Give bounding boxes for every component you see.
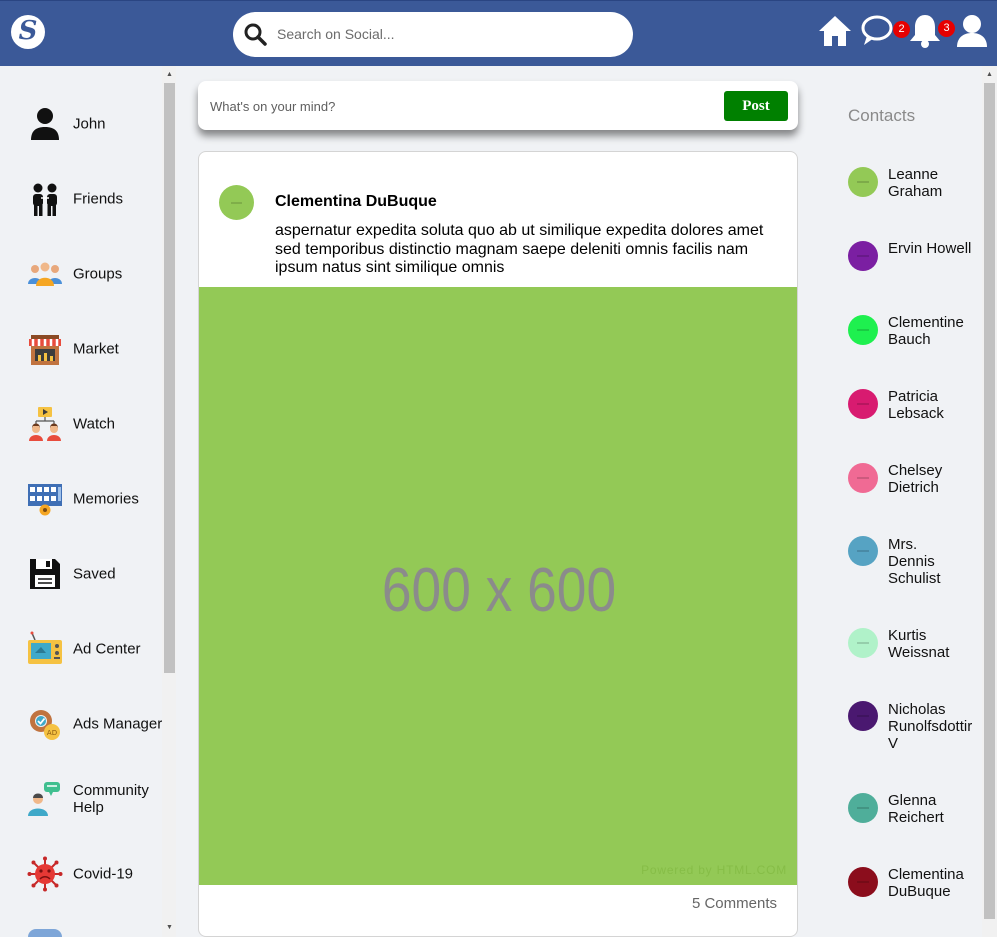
contact-item[interactable]: Patricia Lebsack — [848, 388, 983, 424]
contacts-title: Contacts — [848, 106, 916, 125]
home-icon[interactable] — [817, 13, 853, 49]
sidebar-item-label: Watch — [73, 415, 115, 433]
sidebar-item-saved[interactable]: Saved — [27, 554, 162, 594]
contact-name: Chelsey Dietrich — [888, 462, 943, 496]
post-image[interactable]: 600 x 600 Powered by HTML.COM — [199, 287, 797, 885]
sidebar-item-john[interactable]: John — [27, 104, 162, 144]
scrollbar-thumb[interactable] — [164, 83, 175, 673]
sidebar-item-label: Memories — [73, 490, 139, 508]
messages-icon[interactable] — [861, 13, 897, 49]
top-bar: S 2 3 — [0, 0, 997, 66]
search-input[interactable] — [277, 22, 617, 46]
post-author-name[interactable]: Clementina DuBuque — [275, 193, 437, 211]
post-body-text: aspernatur expedita soluta quo ab ut sim… — [275, 222, 764, 276]
contact-name: Mrs. Dennis Schulist — [888, 536, 941, 587]
groups-icon — [28, 262, 62, 286]
contact-avatar — [848, 867, 878, 897]
ad-center-icon — [28, 631, 62, 664]
contact-avatar — [848, 389, 878, 419]
ads-manager-icon: AD — [30, 710, 60, 740]
contact-avatar — [848, 536, 878, 566]
sidebar-item-community-help[interactable]: Community Help — [27, 779, 162, 819]
post-composer: Post — [198, 81, 798, 130]
community-help-icon — [28, 782, 60, 816]
sidebar-item-market[interactable]: Market — [27, 329, 162, 369]
sidebar-item-label: Ad Center — [73, 640, 141, 658]
sidebar-item-label: Ads Manager — [73, 715, 163, 733]
saved-icon — [30, 559, 60, 589]
post-comments-count[interactable]: 5 Comments — [692, 895, 777, 912]
contact-item[interactable]: Kurtis Weissnat — [848, 627, 983, 663]
sidebar-item-label: Groups — [73, 265, 123, 283]
sidebar-item-partial-icon — [28, 929, 62, 937]
contact-name: Ervin Howell — [888, 240, 972, 257]
app-logo[interactable]: S — [11, 15, 45, 49]
status-input[interactable] — [210, 95, 710, 117]
sidebar-item-ads-manager[interactable]: AD Ads Manager — [27, 704, 162, 744]
scroll-up-arrow[interactable]: ▲ — [162, 70, 176, 80]
sidebar-item-label: Market — [73, 340, 119, 358]
sidebar-item-label: Covid-19 — [73, 865, 134, 883]
contact-avatar — [848, 628, 878, 658]
contact-avatar — [848, 241, 878, 271]
contact-name: Leanne Graham — [888, 166, 943, 200]
contact-item[interactable]: Chelsey Dietrich — [848, 462, 983, 498]
market-icon — [29, 335, 61, 365]
post-author-avatar[interactable] — [219, 185, 254, 220]
contact-name: Glenna Reichert — [888, 792, 944, 826]
friends-icon — [33, 183, 57, 216]
sidebar-item-friends[interactable]: Friends — [27, 179, 162, 219]
contact-item[interactable]: Ervin Howell — [848, 240, 983, 276]
contact-avatar — [848, 315, 878, 345]
contact-item[interactable]: Glenna Reichert — [848, 792, 983, 828]
left-sidebar: John Friends Groups Market Watch Memorie… — [0, 66, 176, 937]
sidebar-item-label: Saved — [73, 565, 116, 583]
post-image-credit: Powered by HTML.COM — [641, 863, 787, 877]
scroll-down-arrow[interactable]: ▼ — [162, 923, 176, 933]
scrollbar-thumb[interactable] — [984, 83, 995, 919]
scroll-up-arrow[interactable]: ▲ — [982, 70, 997, 80]
contact-name: Clementine Bauch — [888, 314, 964, 348]
memories-icon — [28, 484, 62, 516]
search-box[interactable] — [233, 12, 633, 57]
contact-avatar — [848, 463, 878, 493]
contact-name: Nicholas Runolfsdottir V — [888, 701, 973, 752]
sidebar-item-label: John — [73, 115, 106, 133]
sidebar-item-covid[interactable]: Covid-19 — [27, 854, 162, 894]
sidebar-item-label: Community Help — [73, 782, 149, 816]
contact-item[interactable]: Clementina DuBuque — [848, 866, 983, 902]
search-icon — [244, 23, 267, 46]
contact-item[interactable]: Nicholas Runolfsdottir V — [848, 701, 983, 753]
contacts-scrollbar[interactable]: ▲ — [982, 66, 997, 937]
sidebar-scrollbar[interactable]: ▲ ▼ — [162, 66, 176, 937]
contact-item[interactable]: Clementine Bauch — [848, 314, 983, 350]
svg-text:AD: AD — [47, 729, 57, 737]
sidebar-item-label: Friends — [73, 190, 124, 208]
contact-name: Patricia Lebsack — [888, 388, 944, 422]
contact-name: Kurtis Weissnat — [888, 627, 950, 661]
sidebar-item-memories[interactable]: Memories — [27, 479, 162, 519]
contact-item[interactable]: Leanne Graham — [848, 166, 983, 202]
contact-item[interactable]: Mrs. Dennis Schulist — [848, 536, 983, 588]
sidebar-item-watch[interactable]: Watch — [27, 404, 162, 444]
sidebar-item-ad-center[interactable]: Ad Center — [27, 629, 162, 669]
post-button[interactable]: Post — [724, 91, 788, 121]
contact-name: Clementina DuBuque — [888, 866, 964, 900]
covid-icon — [27, 856, 63, 892]
post-card: Clementina DuBuque aspernatur expedita s… — [198, 151, 798, 937]
sidebar-item-groups[interactable]: Groups — [27, 254, 162, 294]
notifications-badge: 3 — [938, 20, 955, 37]
watch-icon — [29, 407, 61, 441]
contact-avatar — [848, 793, 878, 823]
contact-avatar — [848, 701, 878, 731]
profile-icon[interactable] — [954, 13, 990, 49]
user-icon — [31, 108, 59, 140]
contacts-sidebar: Contacts Leanne Graham Ervin Howell Clem… — [830, 66, 997, 937]
post-image-placeholder-text: 600 x 600 — [381, 556, 617, 625]
contact-avatar — [848, 167, 878, 197]
